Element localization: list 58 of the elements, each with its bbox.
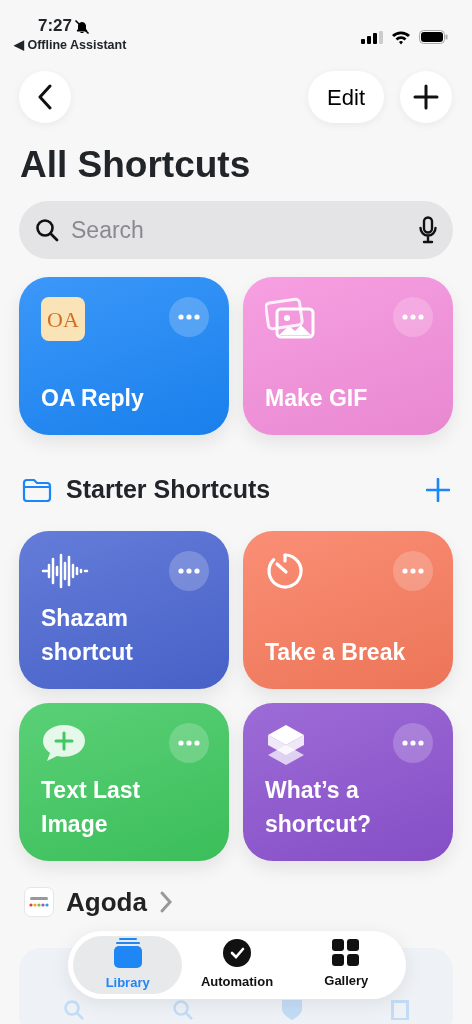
timer-icon — [265, 550, 305, 591]
battery-icon — [419, 30, 448, 44]
app-section-title[interactable]: Agoda — [66, 882, 147, 922]
more-button[interactable] — [169, 297, 209, 337]
folder-title[interactable]: Starter Shortcuts — [66, 471, 426, 509]
signal-icon — [361, 30, 383, 44]
ellipsis-icon — [178, 739, 200, 746]
building-icon — [390, 1000, 409, 1020]
edit-button[interactable]: Edit — [308, 71, 384, 123]
more-button[interactable] — [169, 550, 209, 591]
wifi-icon — [391, 29, 411, 45]
grid-icon — [332, 939, 361, 968]
search-icon — [35, 218, 59, 242]
shortcut-card[interactable]: Shazam shortcut — [19, 530, 229, 689]
folder-icon — [22, 477, 52, 502]
more-button[interactable] — [393, 297, 433, 337]
shortcut-name: Take a Break — [265, 637, 407, 667]
search-icon — [63, 1000, 84, 1020]
shortcut-card[interactable]: Take a Break — [243, 530, 453, 689]
search-icon — [172, 1000, 193, 1020]
shortcut-name: OA Reply — [41, 384, 145, 413]
shortcut-name: Make GIF — [265, 384, 369, 413]
search-field[interactable]: Search — [19, 201, 453, 259]
clock-check-icon — [222, 938, 252, 969]
shortcut-name: What’s a shortcut? — [265, 775, 373, 839]
page-title: All Shortcuts — [20, 143, 252, 187]
tab[interactable]: Gallery — [291, 936, 401, 994]
add-icon[interactable] — [426, 477, 450, 502]
back-to-app-link[interactable]: ◀ Offline Assistant — [14, 38, 127, 53]
more-button[interactable] — [393, 550, 433, 591]
app-icon — [24, 887, 54, 917]
back-icon — [37, 84, 53, 110]
more-button[interactable] — [169, 722, 209, 763]
photos-icon — [265, 297, 315, 339]
shortcut-name: Shazam shortcut — [41, 603, 134, 667]
shield-icon — [281, 1000, 302, 1020]
layers-icon — [265, 722, 307, 767]
ellipsis-icon — [402, 314, 424, 320]
ellipsis-icon — [402, 739, 424, 746]
shortcut-name: Text Last Image — [41, 775, 142, 839]
shortcut-card[interactable]: OA OA Reply — [19, 277, 229, 435]
add-icon — [413, 84, 439, 110]
message-add-icon — [41, 722, 87, 763]
shortcut-card[interactable]: What’s a shortcut? — [243, 702, 453, 861]
back-button[interactable] — [19, 71, 71, 123]
search-input: Search — [69, 211, 409, 249]
more-button[interactable] — [393, 722, 433, 763]
ellipsis-icon — [402, 567, 424, 574]
status-time: 7:27 — [38, 17, 73, 35]
ellipsis-icon — [178, 314, 200, 320]
microphone-icon[interactable] — [419, 216, 437, 244]
ellipsis-icon — [178, 567, 200, 574]
app-icon: OA — [41, 297, 85, 341]
tab[interactable]: Library — [73, 936, 183, 994]
add-button[interactable] — [400, 71, 452, 123]
tab[interactable]: Automation — [182, 936, 292, 994]
stack-icon — [112, 937, 143, 970]
chevron-right-icon[interactable] — [158, 890, 173, 914]
